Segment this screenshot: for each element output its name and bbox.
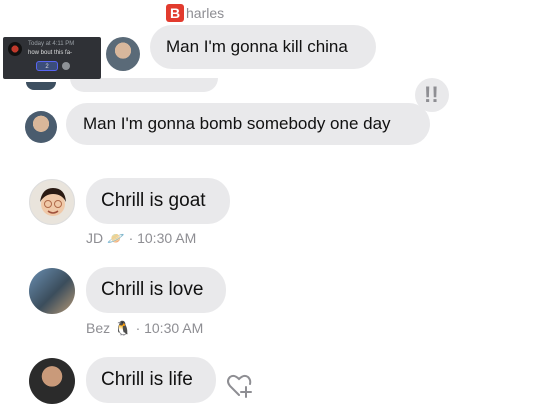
message-text: Chrill is love [101,279,204,300]
message-time: · 10:30 AM [135,320,204,336]
message-bubble[interactable]: Chrill is life [86,357,216,403]
sender-badge: B [166,4,184,22]
sender-label: JD [86,230,104,246]
message-text: Chrill is life [101,369,193,390]
message-bubble-partial [70,78,218,92]
message-time: · 10:30 AM [128,230,197,246]
embedded-screenshot[interactable]: Today at 4:11 PM how bout this fa- 2 [3,37,101,79]
avatar-partial [26,82,56,90]
embed-timestamp: Today at 4:11 PM [28,41,75,47]
message-text: Chrill is goat [101,190,206,211]
planet-icon: 🪐 [107,230,125,246]
sender-label: Bez [86,320,111,336]
embed-message: how bout this fa- [28,50,73,56]
memoji-icon [40,188,66,216]
avatar[interactable] [29,179,75,225]
message-meta: JD 🪐 · 10:30 AM [86,230,196,247]
heart-add-icon[interactable] [224,370,254,400]
message-bubble[interactable]: Man I'm gonna kill china [150,25,376,69]
avatar[interactable] [29,358,75,404]
avatar[interactable] [25,111,57,143]
message-meta: Bez 🐧 · 10:30 AM [86,320,203,337]
message-text: Man I'm gonna bomb somebody one day [83,114,391,133]
message-bubble[interactable]: Man I'm gonna bomb somebody one day [66,103,430,145]
exclamation-icon: !! [424,82,439,107]
avatar[interactable] [29,268,75,314]
avatar[interactable] [106,37,140,71]
message-bubble[interactable]: Chrill is love [86,267,226,313]
sender-name: harles [186,5,225,21]
message-bubble[interactable]: Chrill is goat [86,178,230,224]
message-text: Man I'm gonna kill china [166,37,348,56]
penguin-icon: 🐧 [114,320,132,336]
embed-reaction-count: 2 [45,64,49,70]
embed-avatar [8,42,22,56]
embed-reaction: 2 [36,61,58,71]
add-reaction-icon [62,62,70,70]
